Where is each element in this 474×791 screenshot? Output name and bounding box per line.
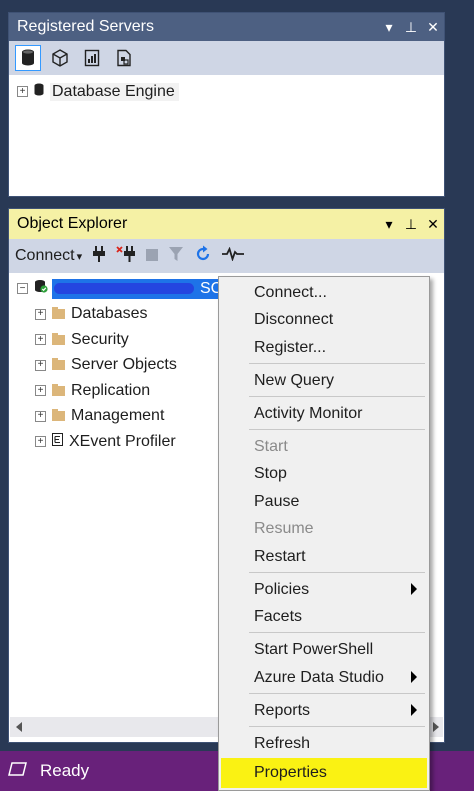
submenu-arrow-icon xyxy=(411,583,417,595)
tree-item-label: Security xyxy=(71,330,129,348)
object-explorer-title: Object Explorer xyxy=(17,215,128,232)
reporting-services-icon[interactable] xyxy=(79,45,105,71)
registered-servers-pane: Registered Servers ▾ ⊥ ✕ + Database Engi… xyxy=(8,12,445,197)
expand-icon[interactable]: + xyxy=(35,385,46,397)
menu-separator xyxy=(249,396,425,397)
server-context-menu: Connect... Disconnect Register... New Qu… xyxy=(218,276,430,791)
close-icon[interactable]: ✕ xyxy=(422,216,444,233)
close-icon[interactable]: ✕ xyxy=(422,19,444,36)
menu-item-label: Azure Data Studio xyxy=(254,669,384,686)
menu-item-register[interactable]: Register... xyxy=(221,335,427,361)
menu-item-resume: Resume xyxy=(254,520,314,537)
server-connected-icon xyxy=(34,279,48,298)
registered-servers-tree: + Database Engine xyxy=(9,75,444,105)
refresh-icon[interactable] xyxy=(194,245,212,267)
tree-item-label: Management xyxy=(71,407,165,425)
expand-icon[interactable]: + xyxy=(17,86,28,98)
menu-item-label: Reports xyxy=(254,702,311,719)
stop-icon[interactable] xyxy=(146,248,159,265)
redacted-server-name xyxy=(54,283,194,295)
connect-dropdown[interactable]: Connect ▾ xyxy=(15,247,82,265)
connect-label: Connect xyxy=(15,247,75,264)
scroll-right-arrow-icon[interactable] xyxy=(433,722,439,732)
integration-services-icon[interactable] xyxy=(111,45,137,71)
expand-icon[interactable]: + xyxy=(35,334,46,346)
menu-item-disconnect[interactable]: Disconnect xyxy=(221,307,427,333)
registered-servers-titlebar: Registered Servers ▾ ⊥ ✕ xyxy=(9,13,444,41)
tree-item-label: Database Engine xyxy=(50,82,179,101)
tree-item-database-engine[interactable]: + Database Engine xyxy=(17,79,444,105)
menu-separator xyxy=(249,572,425,573)
menu-item-reports[interactable]: Reports xyxy=(221,698,427,724)
folder-icon xyxy=(52,307,65,320)
scroll-left-arrow-icon[interactable] xyxy=(16,722,22,732)
registered-servers-title: Registered Servers xyxy=(17,18,154,35)
menu-item-new-query[interactable]: New Query xyxy=(221,368,427,394)
menu-item-pause[interactable]: Pause xyxy=(221,489,427,515)
submenu-arrow-icon xyxy=(411,704,417,716)
analysis-services-icon[interactable] xyxy=(47,45,73,71)
menu-item-properties[interactable]: Properties xyxy=(221,758,427,788)
activity-monitor-icon[interactable] xyxy=(222,246,245,265)
database-icon xyxy=(34,83,44,101)
folder-icon xyxy=(52,332,65,345)
menu-item-start: Start xyxy=(254,438,288,455)
tree-item-label: XEvent Profiler xyxy=(69,432,176,450)
menu-item-azure-data-studio[interactable]: Azure Data Studio xyxy=(221,665,427,691)
submenu-arrow-icon xyxy=(411,671,417,683)
tree-item-label: Databases xyxy=(71,305,148,323)
tree-item-label: Server Objects xyxy=(71,356,177,374)
window-position-dropdown-icon[interactable]: ▾ xyxy=(378,216,400,233)
menu-item-label: Policies xyxy=(254,581,310,598)
xevent-profiler-icon xyxy=(52,432,63,451)
pin-icon[interactable]: ⊥ xyxy=(400,216,422,233)
registered-servers-toolbar xyxy=(9,41,444,75)
expand-icon[interactable]: + xyxy=(35,436,46,448)
menu-item-facets[interactable]: Facets xyxy=(221,604,427,630)
menu-item-start-powershell[interactable]: Start PowerShell xyxy=(221,637,427,663)
expand-icon[interactable]: + xyxy=(35,410,46,422)
filter-icon[interactable] xyxy=(168,246,184,266)
menu-item-stop[interactable]: Stop xyxy=(221,461,427,487)
expand-icon[interactable]: + xyxy=(35,359,46,371)
disconnect-icon[interactable] xyxy=(116,245,136,267)
menu-separator xyxy=(249,363,425,364)
tree-item-label: Replication xyxy=(71,381,151,399)
expand-icon[interactable]: + xyxy=(35,308,46,320)
connect-plug-icon[interactable] xyxy=(92,245,106,267)
menu-separator xyxy=(249,726,425,727)
menu-item-policies[interactable]: Policies xyxy=(221,577,427,603)
menu-item-connect[interactable]: Connect... xyxy=(221,280,427,306)
menu-item-activity-monitor[interactable]: Activity Monitor xyxy=(221,401,427,427)
menu-separator xyxy=(249,429,425,430)
folder-icon xyxy=(52,358,65,371)
collapse-icon[interactable]: − xyxy=(17,283,28,295)
object-explorer-toolbar: Connect ▾ xyxy=(9,239,444,273)
menu-separator xyxy=(249,693,425,694)
folder-icon xyxy=(52,383,65,396)
object-explorer-titlebar: Object Explorer ▾ ⊥ ✕ xyxy=(9,209,444,239)
window-position-dropdown-icon[interactable]: ▾ xyxy=(378,19,400,36)
menu-item-refresh[interactable]: Refresh xyxy=(221,731,427,757)
folder-icon xyxy=(52,409,65,422)
database-engine-icon[interactable] xyxy=(15,45,41,71)
menu-item-restart[interactable]: Restart xyxy=(221,544,427,570)
menu-separator xyxy=(249,632,425,633)
status-window-icon xyxy=(8,761,28,782)
status-text: Ready xyxy=(40,761,90,780)
chevron-down-icon: ▾ xyxy=(76,250,83,263)
pin-icon[interactable]: ⊥ xyxy=(400,19,422,36)
